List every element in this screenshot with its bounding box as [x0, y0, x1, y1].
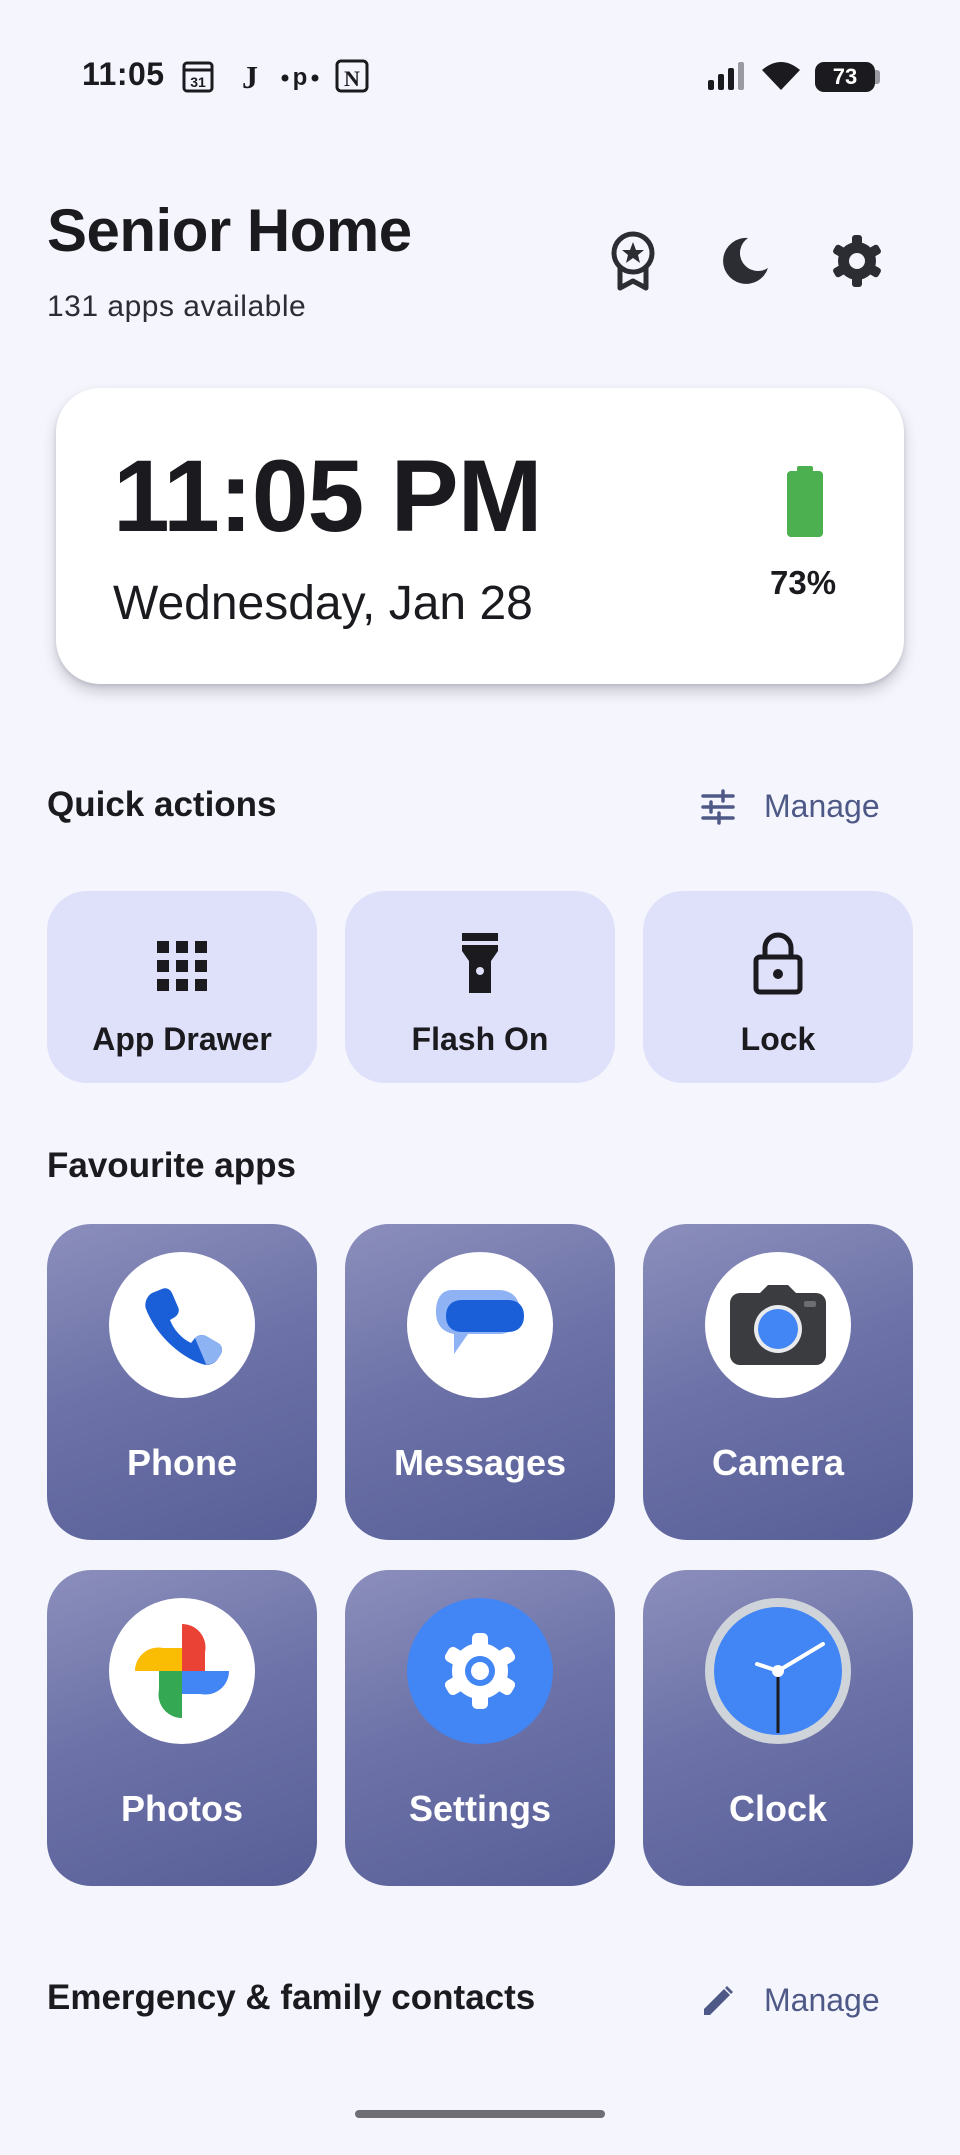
quick-action-app-drawer[interactable]: App Drawer [47, 891, 317, 1083]
app-tile-phone[interactable]: Phone [47, 1224, 317, 1540]
battery-indicator: 73 [815, 62, 875, 92]
settings-app-icon [444, 1633, 516, 1709]
phone-icon [145, 1288, 222, 1365]
emergency-contacts-title: Emergency & family contacts [47, 1978, 536, 2017]
photos-icon [135, 1624, 229, 1718]
grid-icon [157, 941, 207, 991]
battery-nub [875, 70, 880, 84]
battery-icon [787, 466, 823, 537]
quick-actions-title: Quick actions [47, 785, 277, 824]
quick-action-flash-on[interactable]: Flash On [345, 891, 615, 1083]
edit-icon [704, 1985, 733, 2015]
clock-app-icon [714, 1607, 842, 1735]
quick-action-label: App Drawer [92, 1021, 272, 1057]
svg-text:N: N [344, 66, 360, 91]
quick-actions-manage-label: Manage [764, 788, 880, 824]
dark-mode-button[interactable] [712, 228, 778, 294]
calendar-icon: 31 [182, 61, 214, 93]
lock-icon [753, 932, 803, 995]
favourite-apps-title: Favourite apps [47, 1146, 296, 1185]
p-app-icon: p [281, 64, 319, 91]
emergency-manage-label: Manage [764, 1982, 880, 2018]
messages-icon [436, 1290, 524, 1354]
camera-icon [730, 1285, 826, 1365]
app-label: Messages [393, 1442, 567, 1483]
j-app-icon: J [242, 59, 258, 94]
svg-text:J: J [242, 59, 258, 94]
app-tile-messages[interactable]: Messages [345, 1224, 615, 1540]
clock-date: Wednesday, Jan 28 [113, 577, 533, 630]
settings-icon [833, 235, 881, 287]
app-label: Photos [121, 1788, 243, 1829]
app-label: Camera [711, 1442, 845, 1483]
wifi-icon [762, 62, 800, 90]
svg-text:31: 31 [190, 74, 206, 90]
app-icon-circle [407, 1598, 553, 1744]
app-icon-circle [407, 1252, 553, 1398]
settings-button[interactable] [824, 228, 890, 294]
app-tile-clock[interactable]: Clock [643, 1570, 913, 1886]
app-label: Phone [126, 1442, 237, 1483]
app-icon-circle [109, 1598, 255, 1744]
award-button[interactable] [600, 228, 666, 294]
emergency-contacts-manage-button[interactable]: Manage [700, 1982, 880, 2019]
app-icon-circle [109, 1252, 255, 1398]
app-tile-photos[interactable]: Photos [47, 1570, 317, 1886]
app-tile-camera[interactable]: Camera [643, 1224, 913, 1540]
battery-percent: 73% [770, 564, 837, 601]
dark-mode-icon [723, 237, 768, 284]
status-time: 11:05 [82, 56, 165, 92]
app-label: Clock [728, 1788, 828, 1829]
clock-time: 11:05 PM [113, 439, 543, 553]
page-title: Senior Home [47, 197, 412, 264]
flashlight-icon [462, 933, 498, 993]
app-tile-settings[interactable]: Settings [345, 1570, 615, 1886]
quick-actions-manage-button[interactable]: Manage [700, 788, 880, 825]
app-label: Settings [408, 1788, 551, 1829]
svg-text:p: p [293, 64, 308, 91]
notion-icon: N [335, 59, 369, 93]
tune-icon [701, 788, 735, 825]
quick-action-label: Flash On [411, 1021, 549, 1057]
apps-count: 131 apps available [47, 290, 307, 323]
award-icon [611, 231, 655, 291]
quick-action-lock[interactable]: Lock [643, 891, 913, 1083]
home-gesture-bar[interactable] [355, 2110, 605, 2118]
signal-icon [708, 62, 744, 90]
quick-action-label: Lock [740, 1021, 816, 1057]
app-icon-circle [705, 1598, 851, 1744]
app-icon-circle [705, 1252, 851, 1398]
